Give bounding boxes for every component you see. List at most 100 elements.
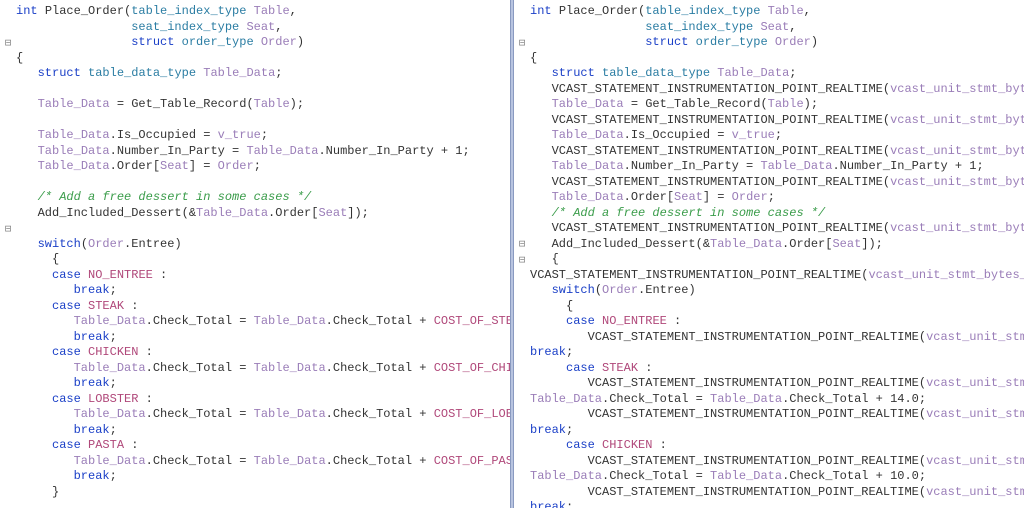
code-line[interactable]: VCAST_STATEMENT_INSTRUMENTATION_POINT_RE… (530, 268, 1024, 284)
code-token: ); (290, 97, 304, 111)
code-line[interactable]: case NO_ENTREE : (530, 314, 1024, 330)
code-line[interactable]: Table_Data.Order[Seat] = Order; (16, 159, 510, 175)
right-fold-gutter[interactable]: ⊟⊟⊟ (514, 0, 530, 508)
var-token: Table (254, 4, 290, 18)
code-line[interactable]: break; (530, 345, 1024, 361)
type-token: order_type (182, 35, 254, 49)
code-line[interactable]: break; (16, 469, 510, 485)
code-line[interactable]: Table_Data.Number_In_Party = Table_Data.… (16, 144, 510, 160)
code-line[interactable]: case CHICKEN : (530, 438, 1024, 454)
code-line[interactable]: { (530, 299, 1024, 315)
code-line[interactable]: Table_Data.Is_Occupied = v_true; (16, 128, 510, 144)
code-line[interactable]: struct table_data_type Table_Data; (530, 66, 1024, 82)
macro-token: STEAK (88, 299, 124, 313)
code-line[interactable]: VCAST_STATEMENT_INSTRUMENTATION_POINT_RE… (530, 113, 1024, 129)
right-code-pane[interactable]: ⊟⊟⊟ int Place_Order(table_index_type Tab… (514, 0, 1024, 508)
code-line[interactable]: struct order_type Order) (530, 35, 1024, 51)
gutter-blank (0, 438, 16, 454)
gutter-blank (514, 392, 530, 408)
code-line[interactable]: Table_Data = Get_Table_Record(Table); (16, 97, 510, 113)
code-line[interactable]: break; (530, 500, 1024, 508)
kw-token: case (566, 361, 602, 375)
code-line[interactable]: Table_Data.Order[Seat] = Order; (530, 190, 1024, 206)
code-line[interactable] (16, 113, 510, 129)
var-token: Table_Data (38, 144, 110, 158)
var-token: Table_Data (254, 314, 326, 328)
code-line[interactable]: { (16, 51, 510, 67)
code-line[interactable]: case STEAK : (16, 299, 510, 315)
code-line[interactable]: int Place_Order(table_index_type Table, (16, 4, 510, 20)
code-line[interactable] (16, 175, 510, 191)
code-line[interactable]: VCAST_STATEMENT_INSTRUMENTATION_POINT_RE… (530, 175, 1024, 191)
left-code-area[interactable]: int Place_Order(table_index_type Table, … (16, 0, 510, 508)
kw-token: break (74, 283, 110, 297)
left-fold-gutter[interactable]: ⊟⊟ (0, 0, 16, 508)
code-line[interactable]: case STEAK : (530, 361, 1024, 377)
code-line[interactable]: Table_Data.Number_In_Party = Table_Data.… (530, 159, 1024, 175)
code-token (16, 345, 52, 359)
code-token: ; (110, 330, 117, 344)
var-token: Table_Data (254, 454, 326, 468)
code-line[interactable]: break; (530, 423, 1024, 439)
code-line[interactable]: Table_Data.Check_Total = Table_Data.Chec… (530, 392, 1024, 408)
code-line[interactable]: /* Add a free dessert in some cases */ (530, 206, 1024, 222)
code-line[interactable]: Table_Data.Check_Total = Table_Data.Chec… (16, 314, 510, 330)
cmt-token: /* Add a free dessert in some cases */ (38, 190, 312, 204)
code-line[interactable]: int Place_Order(table_index_type Table, (530, 4, 1024, 20)
code-line[interactable]: case LOBSTER : (16, 392, 510, 408)
code-line[interactable]: VCAST_STATEMENT_INSTRUMENTATION_POINT_RE… (530, 330, 1024, 346)
right-code-area[interactable]: int Place_Order(table_index_type Table, … (530, 0, 1024, 508)
code-token: VCAST_STATEMENT_INSTRUMENTATION_POINT_RE… (530, 113, 890, 127)
code-line[interactable]: VCAST_STATEMENT_INSTRUMENTATION_POINT_RE… (530, 376, 1024, 392)
code-line[interactable]: break; (16, 423, 510, 439)
code-line[interactable]: VCAST_STATEMENT_INSTRUMENTATION_POINT_RE… (530, 144, 1024, 160)
gutter-blank (0, 20, 16, 36)
code-line[interactable]: VCAST_STATEMENT_INSTRUMENTATION_POINT_RE… (530, 82, 1024, 98)
fold-collapse-icon[interactable]: ⊟ (514, 252, 530, 268)
code-line[interactable]: } (16, 485, 510, 501)
code-line[interactable]: { (16, 252, 510, 268)
code-line[interactable]: switch(Order.Entree) (16, 237, 510, 253)
code-line[interactable]: VCAST_STATEMENT_INSTRUMENTATION_POINT_RE… (530, 485, 1024, 501)
code-line[interactable]: { (530, 252, 1024, 268)
code-line[interactable]: VCAST_STATEMENT_INSTRUMENTATION_POINT_RE… (530, 221, 1024, 237)
code-line[interactable]: /* Add a free dessert in some cases */ (16, 190, 510, 206)
code-line[interactable] (16, 82, 510, 98)
gutter-blank (0, 268, 16, 284)
code-line[interactable]: Table_Data.Check_Total = Table_Data.Chec… (530, 469, 1024, 485)
code-line[interactable]: case NO_ENTREE : (16, 268, 510, 284)
code-line[interactable]: { (530, 51, 1024, 67)
code-line[interactable]: Table_Data.Check_Total = Table_Data.Chec… (16, 454, 510, 470)
fold-collapse-icon[interactable]: ⊟ (0, 221, 16, 237)
code-line[interactable]: case CHICKEN : (16, 345, 510, 361)
code-line[interactable]: Add_Included_Dessert(&Table_Data.Order[S… (530, 237, 1024, 253)
code-line[interactable]: seat_index_type Seat, (530, 20, 1024, 36)
var-token: Table_Data (552, 190, 624, 204)
gutter-blank (514, 361, 530, 377)
code-line[interactable]: Table_Data.Check_Total = Table_Data.Chec… (16, 407, 510, 423)
gutter-blank (0, 299, 16, 315)
code-token: } (16, 485, 59, 499)
code-line[interactable]: Table_Data = Get_Table_Record(Table); (530, 97, 1024, 113)
code-line[interactable]: Add_Included_Dessert(&Table_Data.Order[S… (16, 206, 510, 222)
fold-collapse-icon[interactable]: ⊟ (0, 35, 16, 51)
code-line[interactable]: struct table_data_type Table_Data; (16, 66, 510, 82)
code-line[interactable]: break; (16, 376, 510, 392)
code-line[interactable]: switch(Order.Entree) (530, 283, 1024, 299)
code-line[interactable]: case PASTA : (16, 438, 510, 454)
code-token: .Check_Total = (602, 392, 710, 406)
code-token (530, 159, 552, 173)
code-line[interactable]: struct order_type Order) (16, 35, 510, 51)
left-code-pane[interactable]: ⊟⊟ int Place_Order(table_index_type Tabl… (0, 0, 510, 508)
code-line[interactable]: VCAST_STATEMENT_INSTRUMENTATION_POINT_RE… (530, 407, 1024, 423)
code-line[interactable]: Table_Data.Check_Total = Table_Data.Chec… (16, 361, 510, 377)
code-line[interactable]: break; (16, 283, 510, 299)
code-line[interactable]: VCAST_STATEMENT_INSTRUMENTATION_POINT_RE… (530, 454, 1024, 470)
code-line[interactable] (16, 221, 510, 237)
code-line[interactable]: seat_index_type Seat, (16, 20, 510, 36)
fold-collapse-icon[interactable]: ⊟ (514, 35, 530, 51)
code-line[interactable]: Table_Data.Is_Occupied = v_true; (530, 128, 1024, 144)
fold-collapse-icon[interactable]: ⊟ (514, 237, 530, 253)
code-line[interactable]: break; (16, 330, 510, 346)
diff-view-container: ⊟⊟ int Place_Order(table_index_type Tabl… (0, 0, 1024, 508)
